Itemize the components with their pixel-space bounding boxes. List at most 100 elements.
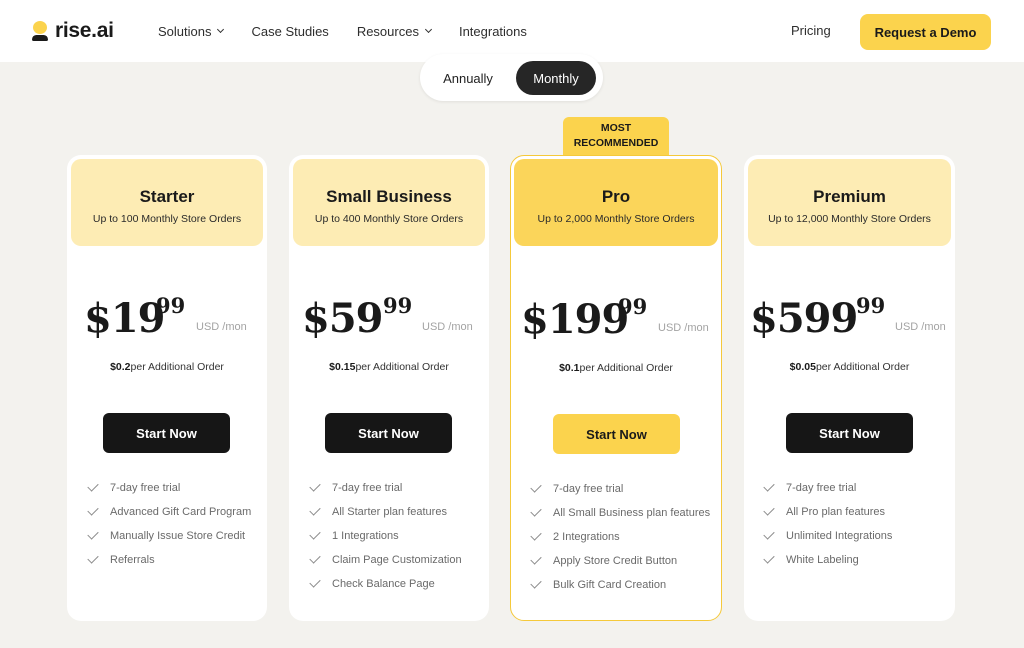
additional-order-amount: $0.15 bbox=[329, 361, 356, 373]
feature-item: 7-day free trial bbox=[530, 477, 710, 501]
additional-order-text: per Additional Order bbox=[355, 361, 449, 373]
check-icon bbox=[309, 528, 321, 540]
plan-name: Starter bbox=[139, 187, 195, 206]
feature-text: White Labeling bbox=[786, 554, 859, 566]
additional-order-price: $0.1per Additional Order bbox=[511, 362, 721, 374]
brand-logo[interactable]: rise.ai bbox=[31, 19, 114, 43]
feature-item: All Pro plan features bbox=[763, 500, 892, 524]
feature-text: 1 Integrations bbox=[332, 530, 399, 542]
nav-item-label: Solutions bbox=[158, 23, 212, 39]
check-icon bbox=[309, 552, 321, 564]
plan-header: Pro Up to 2,000 Monthly Store Orders bbox=[514, 159, 718, 246]
feature-item: 7-day free trial bbox=[309, 476, 462, 500]
start-now-button[interactable]: Start Now bbox=[786, 413, 913, 453]
request-demo-button[interactable]: Request a Demo bbox=[860, 14, 991, 50]
feature-text: Referrals bbox=[110, 554, 155, 566]
price-cents: 99 bbox=[618, 294, 648, 319]
price-amount: $599 bbox=[750, 295, 858, 342]
plan-header: Premium Up to 12,000 Monthly Store Order… bbox=[748, 159, 951, 246]
feature-text: 7-day free trial bbox=[110, 482, 181, 494]
feature-text: 2 Integrations bbox=[553, 531, 620, 543]
main-nav: Solutions Case Studies Resources Integra… bbox=[158, 0, 555, 62]
price-block: $599 99 USD /mon bbox=[744, 293, 955, 342]
check-icon bbox=[763, 480, 775, 492]
check-icon bbox=[309, 480, 321, 492]
check-icon bbox=[763, 552, 775, 564]
additional-order-text: per Additional Order bbox=[130, 361, 224, 373]
feature-text: Check Balance Page bbox=[332, 578, 435, 590]
feature-item: All Small Business plan features bbox=[530, 501, 710, 525]
price-cents: 99 bbox=[156, 293, 186, 318]
plan-header: Small Business Up to 400 Monthly Store O… bbox=[293, 159, 485, 246]
check-icon bbox=[530, 553, 542, 565]
feature-item: Referrals bbox=[87, 548, 251, 572]
price-cents: 99 bbox=[383, 293, 413, 318]
nav-item-integrations[interactable]: Integrations bbox=[459, 24, 527, 39]
additional-order-price: $0.05per Additional Order bbox=[744, 361, 955, 373]
start-now-button[interactable]: Start Now bbox=[553, 414, 680, 454]
billing-toggle: Annually Monthly bbox=[420, 54, 603, 101]
additional-order-amount: $0.1 bbox=[559, 362, 580, 374]
feature-text: Apply Store Credit Button bbox=[553, 555, 678, 567]
price-unit: USD /mon bbox=[895, 321, 946, 333]
feature-text: Bulk Gift Card Creation bbox=[553, 579, 667, 591]
feature-list: 7-day free trial All Starter plan featur… bbox=[309, 476, 462, 596]
nav-item-solutions[interactable]: Solutions bbox=[158, 23, 225, 39]
nav-item-label: Case Studies bbox=[251, 23, 329, 39]
brand-name: rise.ai bbox=[55, 19, 114, 42]
additional-order-price: $0.2per Additional Order bbox=[67, 361, 267, 373]
feature-item: 7-day free trial bbox=[87, 476, 251, 500]
price-amount: $59 bbox=[302, 295, 383, 342]
price-unit: USD /mon bbox=[196, 321, 247, 333]
start-now-button[interactable]: Start Now bbox=[325, 413, 452, 453]
chevron-down-icon bbox=[217, 25, 225, 34]
feature-item: 1 Integrations bbox=[309, 524, 462, 548]
price-block: $59 99 USD /mon bbox=[289, 293, 489, 342]
check-icon bbox=[530, 577, 542, 589]
chevron-down-icon bbox=[424, 25, 432, 34]
check-icon bbox=[530, 529, 542, 541]
plan-order-limit: Up to 12,000 Monthly Store Orders bbox=[768, 213, 931, 225]
feature-text: 7-day free trial bbox=[553, 483, 624, 495]
price-unit: USD /mon bbox=[658, 322, 709, 334]
plan-order-limit: Up to 400 Monthly Store Orders bbox=[314, 213, 464, 225]
check-icon bbox=[309, 504, 321, 516]
additional-order-price: $0.15per Additional Order bbox=[289, 361, 489, 373]
badge-line: RECOMMENDED bbox=[573, 137, 659, 149]
feature-item: Apply Store Credit Button bbox=[530, 549, 710, 573]
nav-item-pricing[interactable]: Pricing bbox=[791, 23, 831, 38]
price-amount: $19 bbox=[84, 295, 165, 342]
feature-item: Claim Page Customization bbox=[309, 548, 462, 572]
plan-card-premium: Premium Up to 12,000 Monthly Store Order… bbox=[744, 155, 955, 621]
feature-item: Manually Issue Store Credit bbox=[87, 524, 251, 548]
plan-card-small-business: Small Business Up to 400 Monthly Store O… bbox=[289, 155, 489, 621]
check-icon bbox=[87, 528, 99, 540]
billing-monthly-option[interactable]: Monthly bbox=[516, 61, 596, 95]
plan-order-limit: Up to 100 Monthly Store Orders bbox=[92, 213, 242, 225]
additional-order-amount: $0.2 bbox=[110, 361, 131, 373]
check-icon bbox=[530, 505, 542, 517]
nav-item-label: Resources bbox=[356, 23, 419, 39]
nav-item-resources[interactable]: Resources bbox=[356, 23, 432, 39]
rise-logo-icon bbox=[31, 19, 49, 43]
feature-text: All Pro plan features bbox=[786, 506, 886, 518]
billing-annually-option[interactable]: Annually bbox=[428, 61, 508, 95]
additional-order-amount: $0.05 bbox=[789, 361, 816, 373]
feature-item: Bulk Gift Card Creation bbox=[530, 573, 710, 597]
check-icon bbox=[87, 480, 99, 492]
nav-item-label: Integrations bbox=[458, 23, 527, 39]
start-now-button[interactable]: Start Now bbox=[103, 413, 230, 453]
nav-item-case-studies[interactable]: Case Studies bbox=[251, 24, 328, 39]
additional-order-text: per Additional Order bbox=[815, 361, 910, 373]
feature-item: White Labeling bbox=[763, 548, 892, 572]
plan-card-starter: Starter Up to 100 Monthly Store Orders $… bbox=[67, 155, 267, 621]
check-icon bbox=[309, 576, 321, 588]
check-icon bbox=[87, 552, 99, 564]
plan-header: Starter Up to 100 Monthly Store Orders bbox=[71, 159, 263, 246]
feature-list: 7-day free trial All Pro plan features U… bbox=[763, 476, 892, 572]
feature-list: 7-day free trial All Small Business plan… bbox=[530, 477, 710, 597]
price-block: $199 99 USD /mon bbox=[511, 294, 721, 343]
feature-item: Check Balance Page bbox=[309, 572, 462, 596]
feature-text: All Starter plan features bbox=[332, 506, 447, 518]
feature-list: 7-day free trial Advanced Gift Card Prog… bbox=[87, 476, 251, 572]
